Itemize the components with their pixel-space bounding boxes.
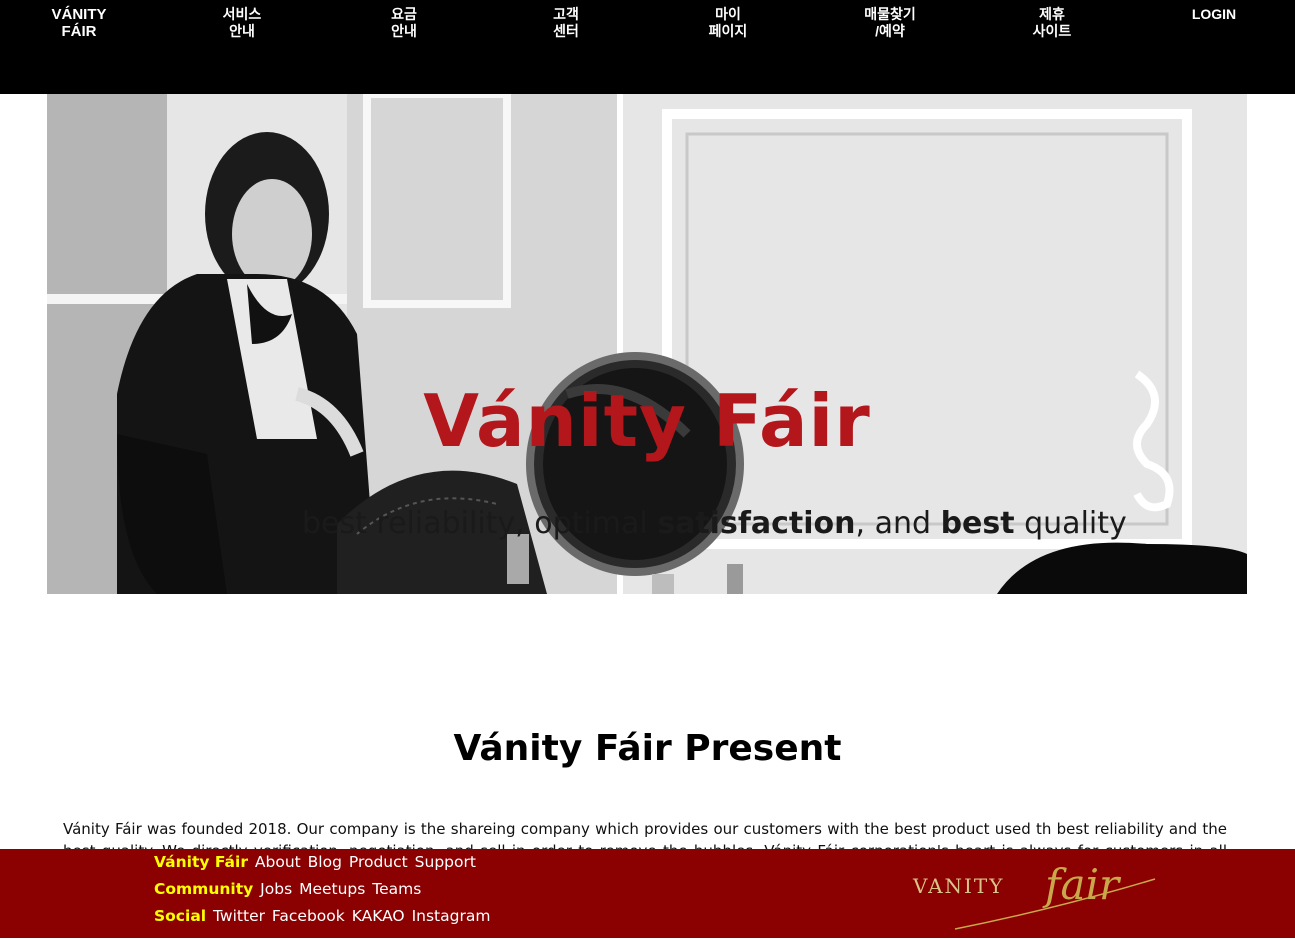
footer-link-support[interactable]: Support (415, 853, 476, 871)
hero-banner: Vánity Fáir best reliability, optimal sa… (47, 94, 1247, 594)
footer-link-about[interactable]: About (255, 853, 301, 871)
top-navigation-bar: VÁNITY FÁIR 서비스 안내 요금 안내 고객 센터 마이 페이지 매물… (0, 0, 1295, 94)
nav-item-property-search[interactable]: 매물찾기 /예약 (835, 6, 945, 40)
footer-link-meetups[interactable]: Meetups (299, 880, 365, 898)
login-button[interactable]: LOGIN (1159, 6, 1269, 23)
footer-link-twitter[interactable]: Twitter (213, 907, 265, 925)
footer-link-kakao[interactable]: KAKAO (352, 907, 405, 925)
svg-text:VANITY: VANITY (912, 874, 1004, 898)
footer-heading: Social (154, 907, 207, 925)
footer-link-product[interactable]: Product (349, 853, 408, 871)
section-title: Vánity Fáir Present (453, 728, 842, 769)
brand-logo-link[interactable]: VÁNITY FÁIR (24, 6, 134, 40)
svg-text:fair: fair (1042, 860, 1122, 909)
hero-title: Vánity Fáir (423, 379, 871, 463)
footer-row-vanity-fair: Vánity Fáir About Blog Product Support (154, 853, 478, 871)
footer-link-instagram[interactable]: Instagram (412, 907, 491, 925)
footer-link-facebook[interactable]: Facebook (272, 907, 345, 925)
nav-item-customer-center[interactable]: 고객 센터 (511, 6, 621, 40)
footer: Vánity Fáir About Blog Product Support C… (0, 849, 1295, 938)
hero-tagline: best reliability, optimal satisfaction, … (302, 506, 1127, 541)
nav-item-service-info[interactable]: 서비스 안내 (187, 6, 297, 40)
nav-item-my-page[interactable]: 마이 페이지 (673, 6, 783, 40)
footer-row-community: Community Jobs Meetups Teams (154, 880, 423, 898)
vanity-fair-logo-icon: VANITY fair (912, 860, 1156, 930)
footer-link-blog[interactable]: Blog (308, 853, 342, 871)
footer-heading: Community (154, 880, 254, 898)
nav-item-pricing-info[interactable]: 요금 안내 (349, 6, 459, 40)
footer-heading: Vánity Fáir (154, 853, 248, 871)
footer-row-social: Social Twitter Facebook KAKAO Instagram (154, 907, 492, 925)
footer-link-teams[interactable]: Teams (372, 880, 421, 898)
footer-link-jobs[interactable]: Jobs (260, 880, 292, 898)
nav-item-partner-sites[interactable]: 제휴 사이트 (997, 6, 1107, 40)
